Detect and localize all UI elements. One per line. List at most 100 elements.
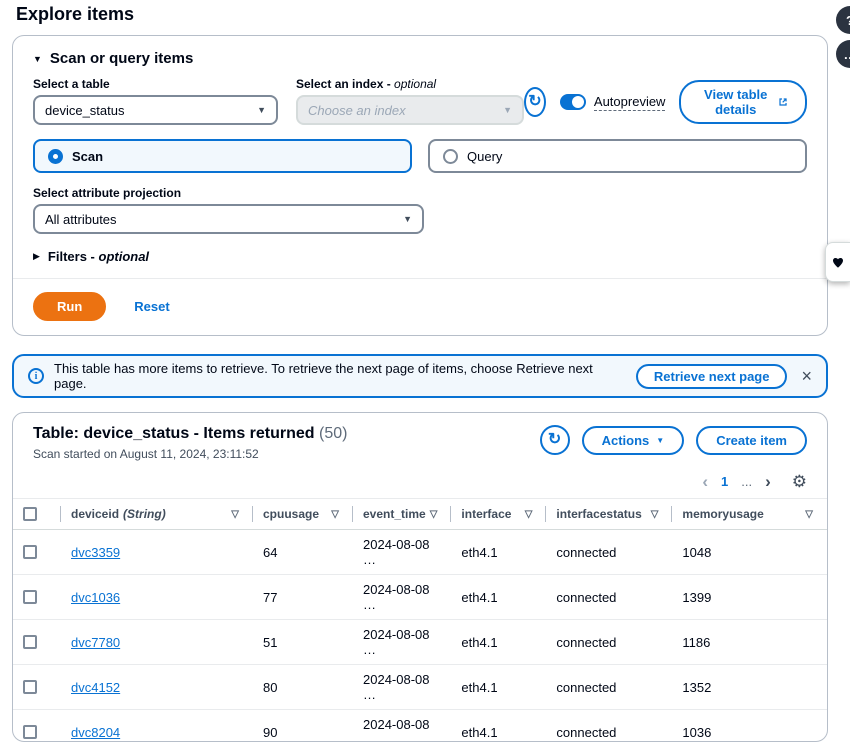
sort-icon[interactable]: ▽: [331, 509, 343, 520]
cell-event-time: 2024-08-08 …: [353, 530, 451, 575]
column-header-cpuusage[interactable]: cpuusage▽: [253, 499, 353, 530]
autopreview-toggle[interactable]: [560, 94, 586, 110]
table-row: dvc8204 90 2024-08-08 … eth4.1 connected…: [13, 710, 827, 742]
retrieve-next-page-button[interactable]: Retrieve next page: [636, 364, 788, 389]
run-button[interactable]: Run: [33, 292, 106, 321]
gear-icon[interactable]: ⚙: [792, 473, 807, 490]
item-link[interactable]: dvc8204: [71, 725, 120, 740]
row-checkbox[interactable]: [23, 545, 37, 559]
scan-option-label: Scan: [72, 149, 103, 164]
radio-selected-icon: [48, 149, 63, 164]
results-controls: ↻ Actions ▼ Create item: [540, 425, 807, 455]
table-header-row: deviceid(String)▽ cpuusage▽ event_time▽ …: [13, 499, 827, 530]
cell-memoryusage: 1352: [672, 665, 827, 710]
cell-interface: eth4.1: [451, 620, 546, 665]
scan-option[interactable]: Scan: [33, 139, 412, 173]
filters-optional-text: optional: [99, 249, 150, 264]
pagination: ‹ 1 ... › ⚙: [13, 461, 827, 498]
cell-interface: eth4.1: [451, 575, 546, 620]
results-panel: Table: device_status - Items returned (5…: [12, 412, 828, 742]
close-icon[interactable]: ×: [801, 367, 812, 385]
panel-title: Scan or query items: [50, 50, 193, 67]
row-checkbox[interactable]: [23, 725, 37, 739]
projection-label: Select attribute projection: [33, 186, 807, 200]
cell-interfacestatus: connected: [546, 620, 672, 665]
table-select-value: device_status: [45, 103, 125, 118]
external-link-icon: [779, 96, 787, 108]
refresh-button[interactable]: ↻: [524, 87, 546, 117]
cell-interfacestatus: connected: [546, 710, 672, 742]
sort-icon[interactable]: ▽: [525, 509, 537, 520]
create-item-button[interactable]: Create item: [696, 426, 807, 455]
cell-memoryusage: 1186: [672, 620, 827, 665]
cell-interfacestatus: connected: [546, 665, 672, 710]
column-header-interfacestatus[interactable]: interfacestatus▽: [546, 499, 672, 530]
cell-cpuusage: 80: [253, 665, 353, 710]
column-header-event-time[interactable]: event_time▽: [353, 499, 451, 530]
panel-controls: ↻ Autopreview View table details: [524, 80, 807, 125]
table-select-field: Select a table device_status ▼: [33, 77, 278, 125]
items-table: deviceid(String)▽ cpuusage▽ event_time▽ …: [13, 498, 827, 742]
actions-button[interactable]: Actions ▼: [582, 426, 685, 455]
column-header-memoryusage[interactable]: memoryusage▽: [672, 499, 827, 530]
cell-event-time: 2024-08-08 …: [353, 710, 451, 742]
refresh-results-button[interactable]: ↻: [540, 425, 570, 455]
run-row: Run Reset: [33, 279, 807, 321]
index-select-field: Select an index - optional Choose an ind…: [296, 77, 524, 125]
scan-query-panel-header[interactable]: ▼ Scan or query items: [33, 50, 807, 67]
attribute-projection-select[interactable]: All attributes ▼: [33, 204, 424, 234]
banner-message: This table has more items to retrieve. T…: [54, 361, 626, 391]
item-link[interactable]: dvc4152: [71, 680, 120, 695]
row-checkbox[interactable]: [23, 590, 37, 604]
cell-event-time: 2024-08-08 …: [353, 665, 451, 710]
cell-interfacestatus: connected: [546, 530, 672, 575]
view-table-details-button[interactable]: View table details: [679, 80, 807, 124]
previous-page-button[interactable]: ‹: [702, 473, 708, 490]
item-link[interactable]: dvc1036: [71, 590, 120, 605]
cell-cpuusage: 90: [253, 710, 353, 742]
sort-icon[interactable]: ▽: [231, 509, 243, 520]
chevron-down-icon: ▼: [503, 105, 512, 115]
assistant-button[interactable]: …: [836, 40, 850, 68]
projection-value: All attributes: [45, 212, 117, 227]
select-all-checkbox[interactable]: [23, 507, 37, 521]
sort-icon[interactable]: ▽: [651, 509, 663, 520]
reset-button[interactable]: Reset: [134, 299, 169, 314]
sort-icon[interactable]: ▽: [805, 509, 817, 520]
column-header-deviceid[interactable]: deviceid(String)▽: [61, 499, 253, 530]
next-page-button[interactable]: ›: [765, 473, 771, 490]
cell-memoryusage: 1036: [672, 710, 827, 742]
explore-items-page: Explore items ? … ▼ Scan or query items …: [0, 4, 850, 694]
info-icon: i: [28, 368, 44, 384]
refresh-icon: ↻: [528, 94, 541, 110]
item-link[interactable]: dvc3359: [71, 545, 120, 560]
cell-cpuusage: 51: [253, 620, 353, 665]
question-icon: ?: [846, 13, 850, 28]
query-option-label: Query: [467, 149, 502, 164]
column-header-interface[interactable]: interface▽: [451, 499, 546, 530]
query-option[interactable]: Query: [428, 139, 807, 173]
refresh-icon: ↻: [548, 432, 561, 448]
page-ellipsis: ...: [741, 474, 752, 489]
cell-memoryusage: 1048: [672, 530, 827, 575]
cell-event-time: 2024-08-08 …: [353, 620, 451, 665]
filters-expander[interactable]: ▶ Filters - optional: [33, 249, 807, 264]
index-select-label: Select an index - optional: [296, 77, 524, 91]
row-checkbox[interactable]: [23, 635, 37, 649]
cell-event-time: 2024-08-08 …: [353, 575, 451, 620]
cell-interface: eth4.1: [451, 530, 546, 575]
scan-timestamp: Scan started on August 11, 2024, 23:11:5…: [33, 447, 347, 461]
chevron-down-icon: ▼: [656, 436, 664, 445]
cell-interfacestatus: connected: [546, 575, 672, 620]
table-select[interactable]: device_status ▼: [33, 95, 278, 125]
sort-icon[interactable]: ▽: [430, 509, 442, 520]
page-number[interactable]: 1: [721, 474, 728, 489]
side-panel-toggle[interactable]: [825, 242, 850, 282]
chat-icon: …: [844, 47, 850, 62]
autopreview-control: Autopreview: [560, 94, 666, 111]
row-checkbox[interactable]: [23, 680, 37, 694]
select-all-header: [13, 499, 61, 530]
projection-field: Select attribute projection All attribut…: [33, 186, 807, 234]
item-link[interactable]: dvc7780: [71, 635, 120, 650]
chevron-down-icon: ▼: [403, 214, 412, 224]
